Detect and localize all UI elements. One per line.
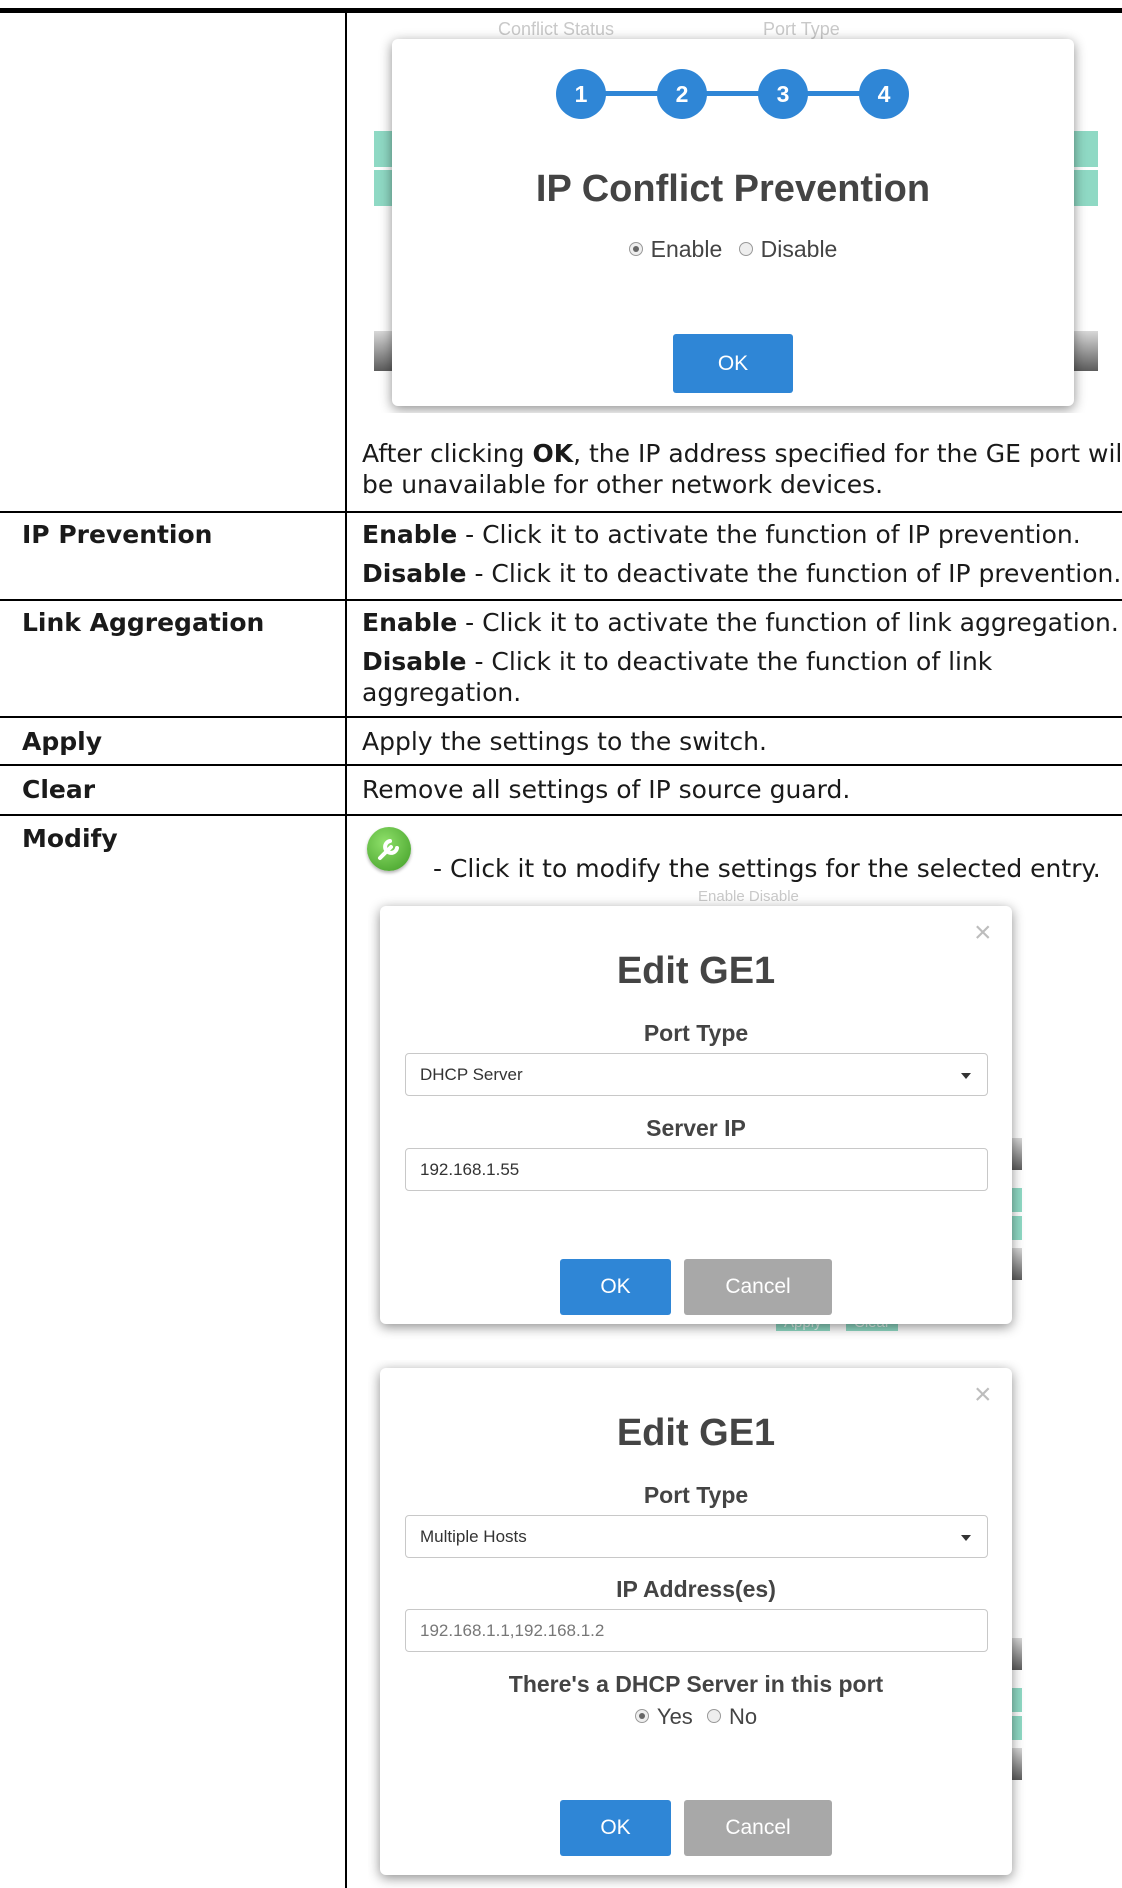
link-aggregation-enable-desc: Enable - Click it to activate the functi… xyxy=(362,607,1119,638)
server-ip-label: Server IP xyxy=(646,1115,746,1141)
apply-desc: Apply the settings to the switch. xyxy=(362,727,767,756)
port-type-label: Port Type xyxy=(643,1020,749,1046)
edit-dialog-1-screenshot: Enable Disable Apply Clear × Edit GE1 Po… xyxy=(368,888,1028,1340)
chevron-down-icon xyxy=(961,1073,971,1079)
term-apply: Apply xyxy=(22,727,103,756)
ip-addresses-label: IP Address(es) xyxy=(616,1576,776,1602)
ghost-header-conflict-status: Conflict Status xyxy=(498,19,615,39)
dhcp-question-label: There's a DHCP Server in this port xyxy=(508,1671,884,1697)
disable-label: Disable xyxy=(760,236,838,262)
term-ip-prevention: IP Prevention xyxy=(22,520,213,549)
enable-text: - Click it to activate the function of I… xyxy=(457,520,1081,549)
cancel-button[interactable]: Cancel xyxy=(684,1259,832,1315)
dialog-title: Edit GE1 xyxy=(616,950,776,992)
ok-note-rest: , the IP address specified for the GE po… xyxy=(573,439,1122,468)
dialog-title: IP Conflict Prevention xyxy=(535,168,931,210)
port-type-select[interactable]: Multiple Hosts xyxy=(405,1515,988,1558)
disable-term: Disable xyxy=(362,647,467,676)
enable-text: - Click it to activate the function of l… xyxy=(457,608,1119,637)
ok-button[interactable]: OK xyxy=(673,334,793,393)
row-divider-link-aggregation xyxy=(0,599,1122,601)
edit-dialog-2-screenshot: × Edit GE1 Port Type Multiple Hosts IP A… xyxy=(368,1360,1028,1888)
step-3-indicator: 3 xyxy=(758,69,808,119)
disable-text: - Click it to deactivate the function of… xyxy=(466,647,993,676)
disable-text: - Click it to deactivate the function of… xyxy=(466,559,1122,588)
link-aggregation-disable-desc: Disable - Click it to deactivate the fun… xyxy=(362,646,992,677)
no-radio[interactable] xyxy=(706,1709,721,1724)
ip-prevention-disable-desc: Disable - Click it to deactivate the fun… xyxy=(362,558,1121,589)
ok-button[interactable]: OK xyxy=(560,1259,671,1315)
enable-radio[interactable] xyxy=(628,241,643,256)
dialog-title: Edit GE1 xyxy=(616,1412,776,1454)
no-label: No xyxy=(728,1704,758,1729)
term-link-aggregation: Link Aggregation xyxy=(22,608,265,637)
disable-term: Disable xyxy=(362,559,467,588)
yes-no-radios: Yes No xyxy=(380,1704,1012,1730)
row-divider-ip-prevention xyxy=(0,511,1122,513)
yes-label: Yes xyxy=(656,1704,693,1729)
link-aggregation-disable-desc-2: aggregation. xyxy=(362,678,522,707)
port-type-label: Port Type xyxy=(643,1482,749,1508)
ok-note-prefix: After clicking xyxy=(362,439,533,468)
port-type-value: DHCP Server xyxy=(420,1065,523,1084)
row-divider-apply xyxy=(0,716,1122,718)
cancel-button[interactable]: Cancel xyxy=(684,1800,832,1856)
clear-desc: Remove all settings of IP source guard. xyxy=(362,775,851,804)
port-type-select[interactable]: DHCP Server xyxy=(405,1053,988,1096)
ok-note-line-2: be unavailable for other network devices… xyxy=(362,470,884,499)
wrench-icon[interactable] xyxy=(367,827,411,871)
ok-button[interactable]: OK xyxy=(560,1800,671,1856)
modify-desc: - Click it to modify the settings for th… xyxy=(433,854,1101,883)
ghost-row xyxy=(374,131,392,167)
port-type-value: Multiple Hosts xyxy=(420,1527,527,1546)
term-modify: Modify xyxy=(22,824,118,853)
step-connector xyxy=(572,91,877,96)
ok-note-ok-word: OK xyxy=(532,439,574,468)
close-icon[interactable]: × xyxy=(974,1380,992,1410)
ok-note-line-1: After clicking OK, the IP address specif… xyxy=(362,438,1122,469)
step-4-indicator: 4 xyxy=(859,69,909,119)
enable-term: Enable xyxy=(362,608,458,637)
step-2-indicator: 2 xyxy=(657,69,707,119)
row-divider-clear xyxy=(0,764,1122,766)
ip-addresses-input[interactable]: 192.168.1.1,192.168.1.2 xyxy=(405,1609,988,1652)
ghost-row xyxy=(374,331,394,371)
chevron-down-icon xyxy=(961,1535,971,1541)
enable-disable-radios: Enable Disable xyxy=(392,236,1074,263)
yes-radio[interactable] xyxy=(634,1709,649,1724)
close-icon[interactable]: × xyxy=(974,918,992,948)
server-ip-input[interactable]: 192.168.1.55 xyxy=(405,1148,988,1191)
ghost-row xyxy=(374,170,392,206)
ip-conflict-screenshot: Conflict Status Port Type 1 2 3 4 IP Con… xyxy=(368,13,1108,413)
column-divider xyxy=(345,13,347,1888)
ghost-header-port-type: Port Type xyxy=(763,19,840,39)
step-1-indicator: 1 xyxy=(556,69,606,119)
term-clear: Clear xyxy=(22,775,96,804)
edit-ge1-dialog: × Edit GE1 Port Type DHCP Server Server … xyxy=(380,906,1012,1324)
ghost-enable-disable: Enable Disable xyxy=(698,888,799,905)
disable-radio[interactable] xyxy=(738,241,753,256)
enable-label: Enable xyxy=(650,236,723,262)
ip-prevention-enable-desc: Enable - Click it to activate the functi… xyxy=(362,519,1081,550)
ip-conflict-dialog: 1 2 3 4 IP Conflict Prevention Enable Di… xyxy=(392,39,1074,406)
edit-ge1-dialog-multiple-hosts: × Edit GE1 Port Type Multiple Hosts IP A… xyxy=(380,1368,1012,1875)
row-divider-modify xyxy=(0,814,1122,816)
enable-term: Enable xyxy=(362,520,458,549)
